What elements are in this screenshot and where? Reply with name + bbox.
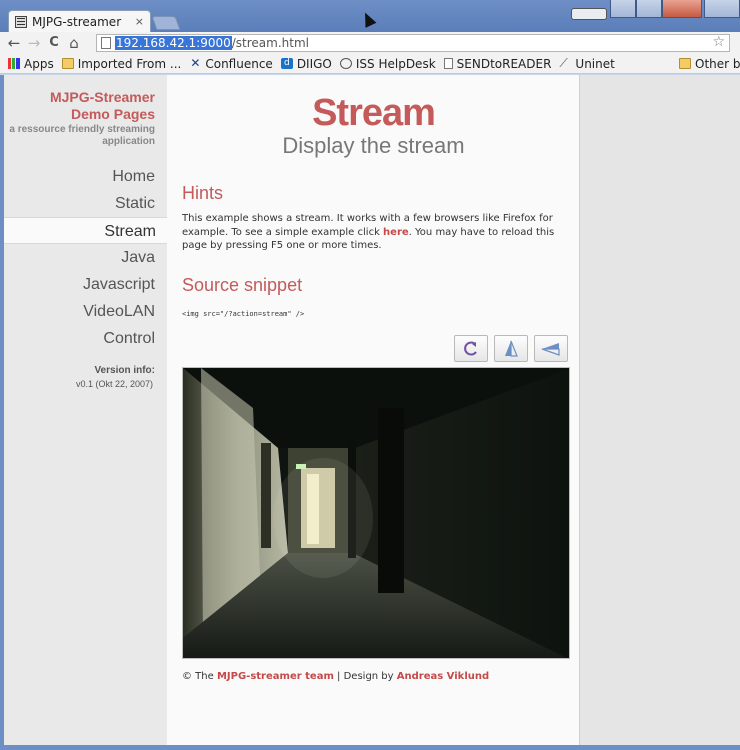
menu-item-static[interactable]: Static <box>4 190 167 217</box>
mjpg-favicon-icon <box>15 15 27 28</box>
bookmark-label: SENDtoREADER <box>456 56 552 71</box>
maximize-button[interactable] <box>636 0 662 18</box>
minimize-button[interactable] <box>610 0 636 18</box>
new-tab-button[interactable] <box>151 16 181 30</box>
menu-item-videolan[interactable]: VideoLAN <box>4 298 167 325</box>
designer-link[interactable]: Andreas Viklund <box>397 671 489 682</box>
bookmark-star-icon[interactable]: ☆ <box>712 34 725 50</box>
profile-badge-icon[interactable] <box>571 8 607 20</box>
bookmark-label: Uninet <box>575 56 615 71</box>
menu-item-javascript[interactable]: Javascript <box>4 271 167 298</box>
close-window-button[interactable] <box>662 0 702 18</box>
iss-icon <box>339 58 352 69</box>
folder-icon <box>61 58 74 69</box>
bookmark-label: Confluence <box>205 56 273 71</box>
page-title: Stream <box>312 92 436 134</box>
here-link[interactable]: here <box>383 227 409 238</box>
flip-horizontal-icon <box>541 342 560 356</box>
bookmark-label: Apps <box>24 56 54 71</box>
back-button[interactable]: ← <box>4 33 24 53</box>
hallway-stream-frame <box>183 368 569 658</box>
bookmark-sendtoreader[interactable]: SENDtoREADER <box>443 56 552 71</box>
bookmark-uninet[interactable]: ⟋ Uninet <box>559 57 614 71</box>
page-icon <box>101 37 111 49</box>
confluence-icon: ✕ <box>190 56 201 70</box>
menu-item-java[interactable]: Java <box>4 244 167 271</box>
window-control-extra <box>704 0 740 18</box>
hints-heading: Hints <box>182 183 224 203</box>
bookmark-label: DIIGO <box>296 56 332 71</box>
footer-text: | Design by <box>333 671 397 682</box>
mouse-cursor-icon <box>359 10 377 28</box>
bookmark-label: Imported From ... <box>77 56 182 71</box>
window-frame-bottom <box>0 745 740 750</box>
forward-button[interactable]: → <box>24 33 44 53</box>
page-viewport: MJPG-Streamer Demo Pages a ressource fri… <box>4 75 740 745</box>
diigo-icon: d <box>280 58 293 69</box>
page-subtitle: Display the stream <box>282 133 465 158</box>
tab-close-icon[interactable]: × <box>135 15 144 28</box>
browser-tab[interactable]: MJPG-streamer × <box>8 10 151 32</box>
other-bookmarks[interactable]: Other book <box>679 57 740 71</box>
bookmark-iss-helpdesk[interactable]: ISS HelpDesk <box>339 56 436 71</box>
page-icon <box>443 58 453 69</box>
team-link[interactable]: MJPG-streamer team <box>217 671 334 682</box>
bookmark-label: ISS HelpDesk <box>355 56 436 71</box>
url-host: 192.168.42.1:9000 <box>115 36 232 50</box>
rotate-icon <box>464 341 477 356</box>
flip-vertical-icon <box>505 340 518 357</box>
flip-vertical-button[interactable] <box>494 335 528 362</box>
site-title-line: MJPG-Streamer <box>49 89 155 105</box>
right-empty-area <box>581 75 740 745</box>
source-snippet: <img src="/?action=stream" /> <box>182 310 305 318</box>
main-menu: Home Static Stream Java Javascript Video… <box>4 163 168 352</box>
apps-icon <box>8 58 20 69</box>
version-label: Version info: <box>94 365 155 376</box>
browser-toolbar: ← → C ⌂ 192.168.42.1:9000 /stream.html ☆ <box>0 32 740 54</box>
bookmark-imported[interactable]: Imported From ... <box>61 56 182 71</box>
menu-item-stream[interactable]: Stream <box>4 217 168 244</box>
main-content: Stream Display the stream Hints This exa… <box>167 75 580 745</box>
address-bar[interactable]: 192.168.42.1:9000 /stream.html ☆ <box>96 34 730 52</box>
folder-icon <box>679 58 691 69</box>
bookmark-confluence[interactable]: ✕ Confluence <box>189 56 273 71</box>
site-title: MJPG-Streamer Demo Pages <box>50 89 155 123</box>
rotate-button[interactable] <box>454 335 488 362</box>
snippet-heading: Source snippet <box>182 275 303 295</box>
uninet-icon: ⟋ <box>559 56 568 70</box>
tab-title: MJPG-streamer <box>32 14 122 29</box>
bookmark-label: Other book <box>695 56 740 71</box>
video-stream-image <box>182 367 570 659</box>
menu-item-control[interactable]: Control <box>4 325 167 352</box>
site-subtitle: a ressource friendly streaming applicati… <box>9 124 155 147</box>
url-path: /stream.html <box>231 36 309 50</box>
page-footer: © The MJPG-streamer team | Design by And… <box>182 671 489 682</box>
version-value: v0.1 (Okt 22, 2007) <box>75 379 153 389</box>
bookmark-diigo[interactable]: d DIIGO <box>280 56 332 71</box>
site-title-line: Demo Pages <box>70 106 155 122</box>
reload-button[interactable]: C <box>44 33 64 53</box>
menu-item-home[interactable]: Home <box>4 163 167 190</box>
bookmark-apps[interactable]: Apps <box>8 57 54 71</box>
home-button[interactable]: ⌂ <box>64 33 84 53</box>
sidebar: MJPG-Streamer Demo Pages a ressource fri… <box>4 75 168 745</box>
flip-horizontal-button[interactable] <box>534 335 568 362</box>
footer-text: © The <box>182 671 217 682</box>
hints-paragraph: This example shows a stream. It works wi… <box>182 212 574 253</box>
browser-titlebar: MJPG-streamer × <box>0 0 740 32</box>
bookmarks-bar: Apps Imported From ... ✕ Confluence d DIIG… <box>0 54 740 74</box>
